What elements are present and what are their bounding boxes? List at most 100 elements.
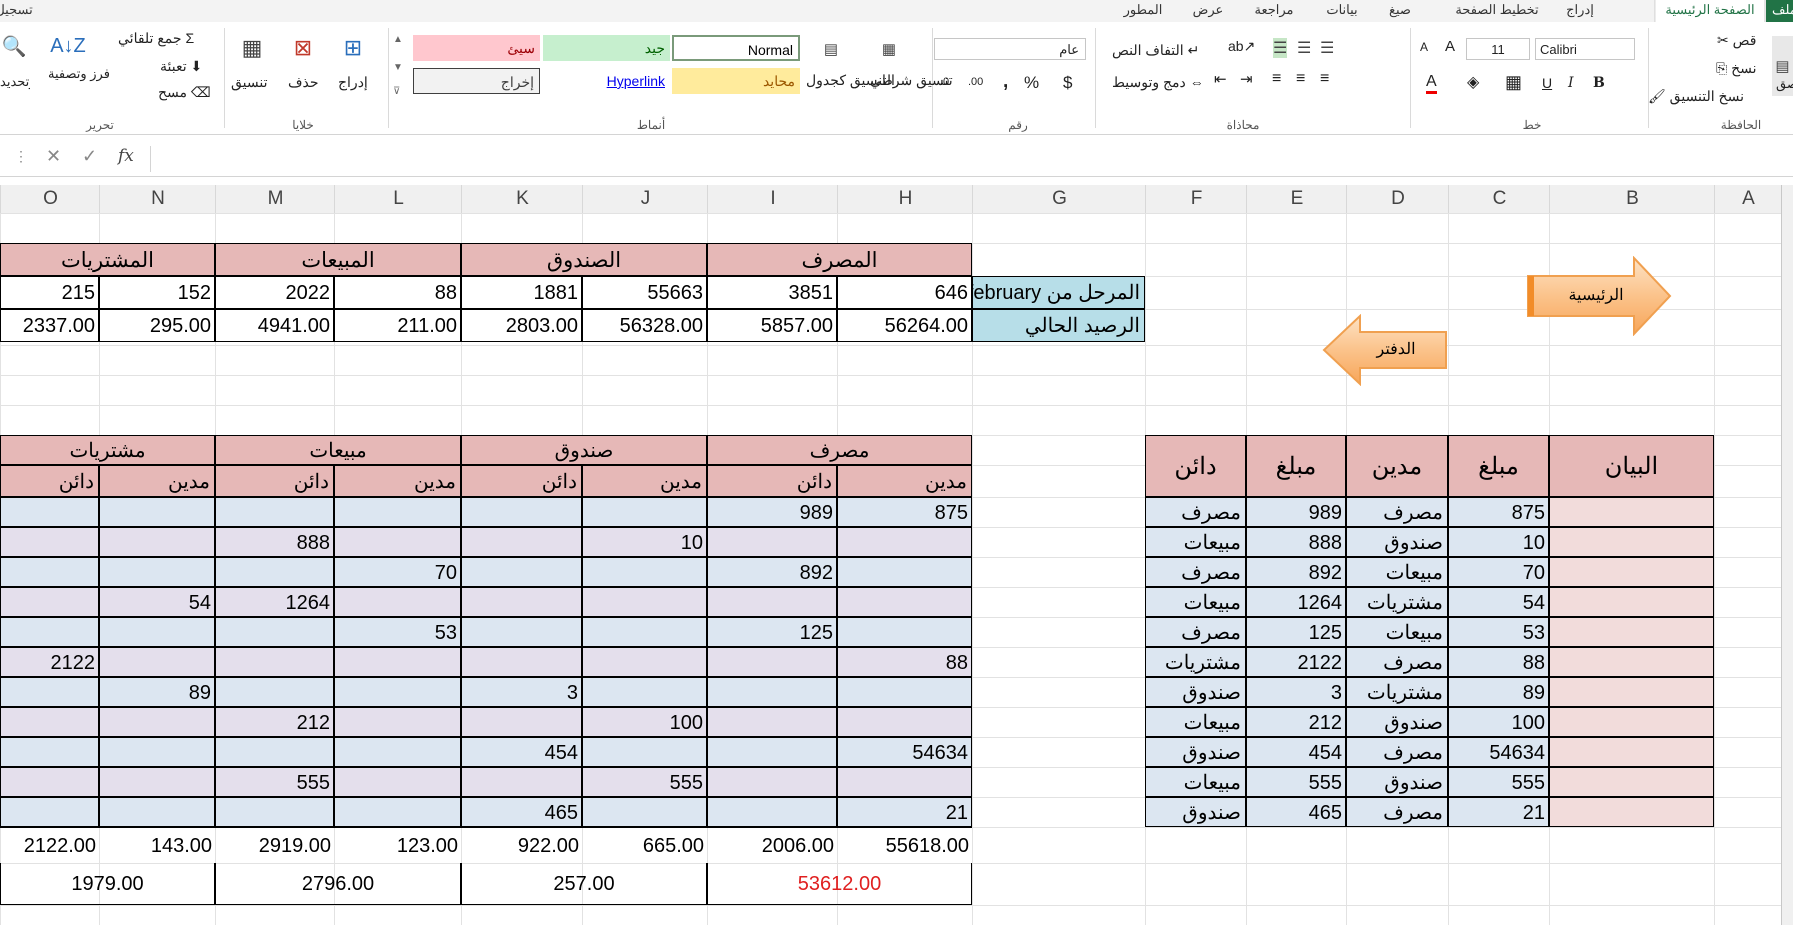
journal-cell[interactable]: 125	[1246, 617, 1346, 647]
wrap-text-button[interactable]: التفاف النص ↵	[1112, 42, 1199, 59]
ledger-cell[interactable]	[0, 797, 99, 827]
column-header[interactable]: M	[215, 185, 335, 213]
ledger-cell[interactable]	[334, 767, 461, 797]
row-headers[interactable]	[1781, 185, 1793, 925]
align-bottom-icon[interactable]: ☰	[1273, 38, 1288, 58]
ledger-cell[interactable]: 454	[461, 737, 582, 767]
journal-cell[interactable]: مبيعات	[1145, 587, 1246, 617]
insert-cells-icon[interactable]: ⊞	[333, 30, 373, 66]
ledger-subheader[interactable]: مدين	[837, 465, 972, 497]
journal-cell[interactable]: مصرف	[1145, 617, 1246, 647]
style-bad[interactable]: سيئ	[413, 35, 540, 61]
ledger-cell[interactable]	[99, 617, 215, 647]
journal-cell[interactable]: 212	[1246, 707, 1346, 737]
journal-cell[interactable]: مشتريات	[1145, 647, 1246, 677]
journal-cell[interactable]	[1549, 527, 1714, 557]
ledger-cell[interactable]	[461, 707, 582, 737]
conditional-format-icon[interactable]: ▦	[870, 32, 908, 66]
journal-header[interactable]: مدين	[1346, 435, 1448, 497]
styles-more-icon[interactable]: ⊽	[393, 86, 400, 97]
ledger-cell[interactable]	[707, 647, 837, 677]
format-cells-icon[interactable]: ▦	[232, 30, 272, 66]
delete-cells-icon[interactable]: ⊠	[283, 30, 323, 66]
journal-cell[interactable]	[1549, 767, 1714, 797]
ledger-balance[interactable]: 2796.00	[215, 863, 461, 905]
style-output[interactable]: إخراج	[413, 68, 540, 94]
ledger-balance[interactable]: 1979.00	[0, 863, 215, 905]
ledger-cell[interactable]	[461, 647, 582, 677]
summary-current-value[interactable]: 4941.00	[215, 309, 334, 342]
ledger-cell[interactable]: 555	[215, 767, 334, 797]
ledger-cell[interactable]	[99, 557, 215, 587]
percent-button[interactable]: %	[1024, 73, 1039, 93]
ledger-cell[interactable]: 10	[582, 527, 707, 557]
ledger-cell[interactable]	[334, 527, 461, 557]
journal-cell[interactable]: 465	[1246, 797, 1346, 827]
tab-record[interactable]: تسجيل	[0, 0, 33, 22]
ledger-cell[interactable]	[215, 797, 334, 827]
journal-cell[interactable]: 555	[1246, 767, 1346, 797]
name-box-splitter-icon[interactable]: ⋮	[14, 148, 28, 165]
ledger-account-header[interactable]: مشتريات	[0, 435, 215, 465]
sort-filter-icon[interactable]: A↓Z	[50, 30, 86, 62]
italic-button[interactable]: I	[1568, 75, 1574, 91]
summary-current-value[interactable]: 2337.00	[0, 309, 99, 342]
underline-button[interactable]: U	[1542, 75, 1552, 91]
ledger-cell[interactable]	[334, 497, 461, 527]
column-header[interactable]: B	[1549, 185, 1715, 213]
journal-cell[interactable]: 454	[1246, 737, 1346, 767]
decrease-font-icon[interactable]: A	[1420, 40, 1428, 54]
ledger-cell[interactable]: 555	[582, 767, 707, 797]
ledger-cell[interactable]	[215, 557, 334, 587]
ledger-total[interactable]: 2919.00	[215, 827, 334, 863]
bold-button[interactable]: B	[1593, 75, 1605, 91]
insert-function-button[interactable]: fx	[118, 146, 134, 166]
ledger-cell[interactable]	[0, 737, 99, 767]
journal-cell[interactable]: مصرف	[1346, 497, 1448, 527]
journal-cell[interactable]: مبيعات	[1145, 527, 1246, 557]
summary-group-header[interactable]: المصرف	[707, 243, 972, 276]
paste-button[interactable]: لصق	[1776, 76, 1793, 92]
ledger-cell[interactable]	[707, 527, 837, 557]
ledger-cell[interactable]	[837, 557, 972, 587]
format-as-table-button[interactable]: التنسيق كجدول	[806, 72, 895, 89]
ledger-cell[interactable]	[99, 797, 215, 827]
column-header[interactable]: I	[707, 185, 838, 213]
summary-group-header[interactable]: المشتريات	[0, 243, 215, 276]
tab-developer[interactable]: المطور	[1124, 0, 1163, 22]
journal-cell[interactable]: صندوق	[1145, 797, 1246, 827]
insert-cells-button[interactable]: إدراج	[338, 74, 368, 91]
journal-cell[interactable]	[1549, 587, 1714, 617]
style-good[interactable]: جيد	[543, 35, 670, 61]
ledger-cell[interactable]	[334, 707, 461, 737]
summary-carried-value[interactable]: 2022	[215, 276, 334, 309]
style-normal[interactable]: Normal	[672, 35, 800, 61]
ledger-total[interactable]: 143.00	[99, 827, 215, 863]
summary-group-header[interactable]: الصندوق	[461, 243, 707, 276]
ledger-cell[interactable]	[461, 767, 582, 797]
journal-cell[interactable]: 10	[1448, 527, 1549, 557]
ledger-cell[interactable]	[0, 557, 99, 587]
align-right-icon[interactable]: ≡	[1320, 70, 1329, 88]
ledger-cell[interactable]	[461, 527, 582, 557]
journal-cell[interactable]: 54	[1448, 587, 1549, 617]
sort-filter-button[interactable]: فرز وتصفية	[48, 66, 110, 82]
journal-cell[interactable]	[1549, 557, 1714, 587]
journal-cell[interactable]	[1549, 497, 1714, 527]
autosum-button[interactable]: جمع تلقائي Σ	[118, 30, 194, 47]
font-name-select[interactable]: Calibri	[1535, 38, 1635, 60]
ledger-cell[interactable]	[461, 497, 582, 527]
ledger-cell[interactable]	[215, 677, 334, 707]
tab-home[interactable]: الصفحة الرئيسية	[1654, 0, 1766, 23]
ledger-cell[interactable]	[215, 617, 334, 647]
ledger-cell[interactable]	[582, 617, 707, 647]
summary-carried-value[interactable]: 88	[334, 276, 461, 309]
ledger-cell[interactable]	[99, 527, 215, 557]
journal-cell[interactable]: 88	[1448, 647, 1549, 677]
tab-page-layout[interactable]: تخطيط الصفحة	[1455, 0, 1538, 22]
comma-button[interactable]: ,	[1003, 71, 1008, 93]
journal-cell[interactable]: مبيعات	[1145, 767, 1246, 797]
ledger-cell[interactable]: 88	[837, 647, 972, 677]
clear-button[interactable]: مسح ⌫	[158, 84, 211, 101]
ledger-cell[interactable]: 989	[707, 497, 837, 527]
